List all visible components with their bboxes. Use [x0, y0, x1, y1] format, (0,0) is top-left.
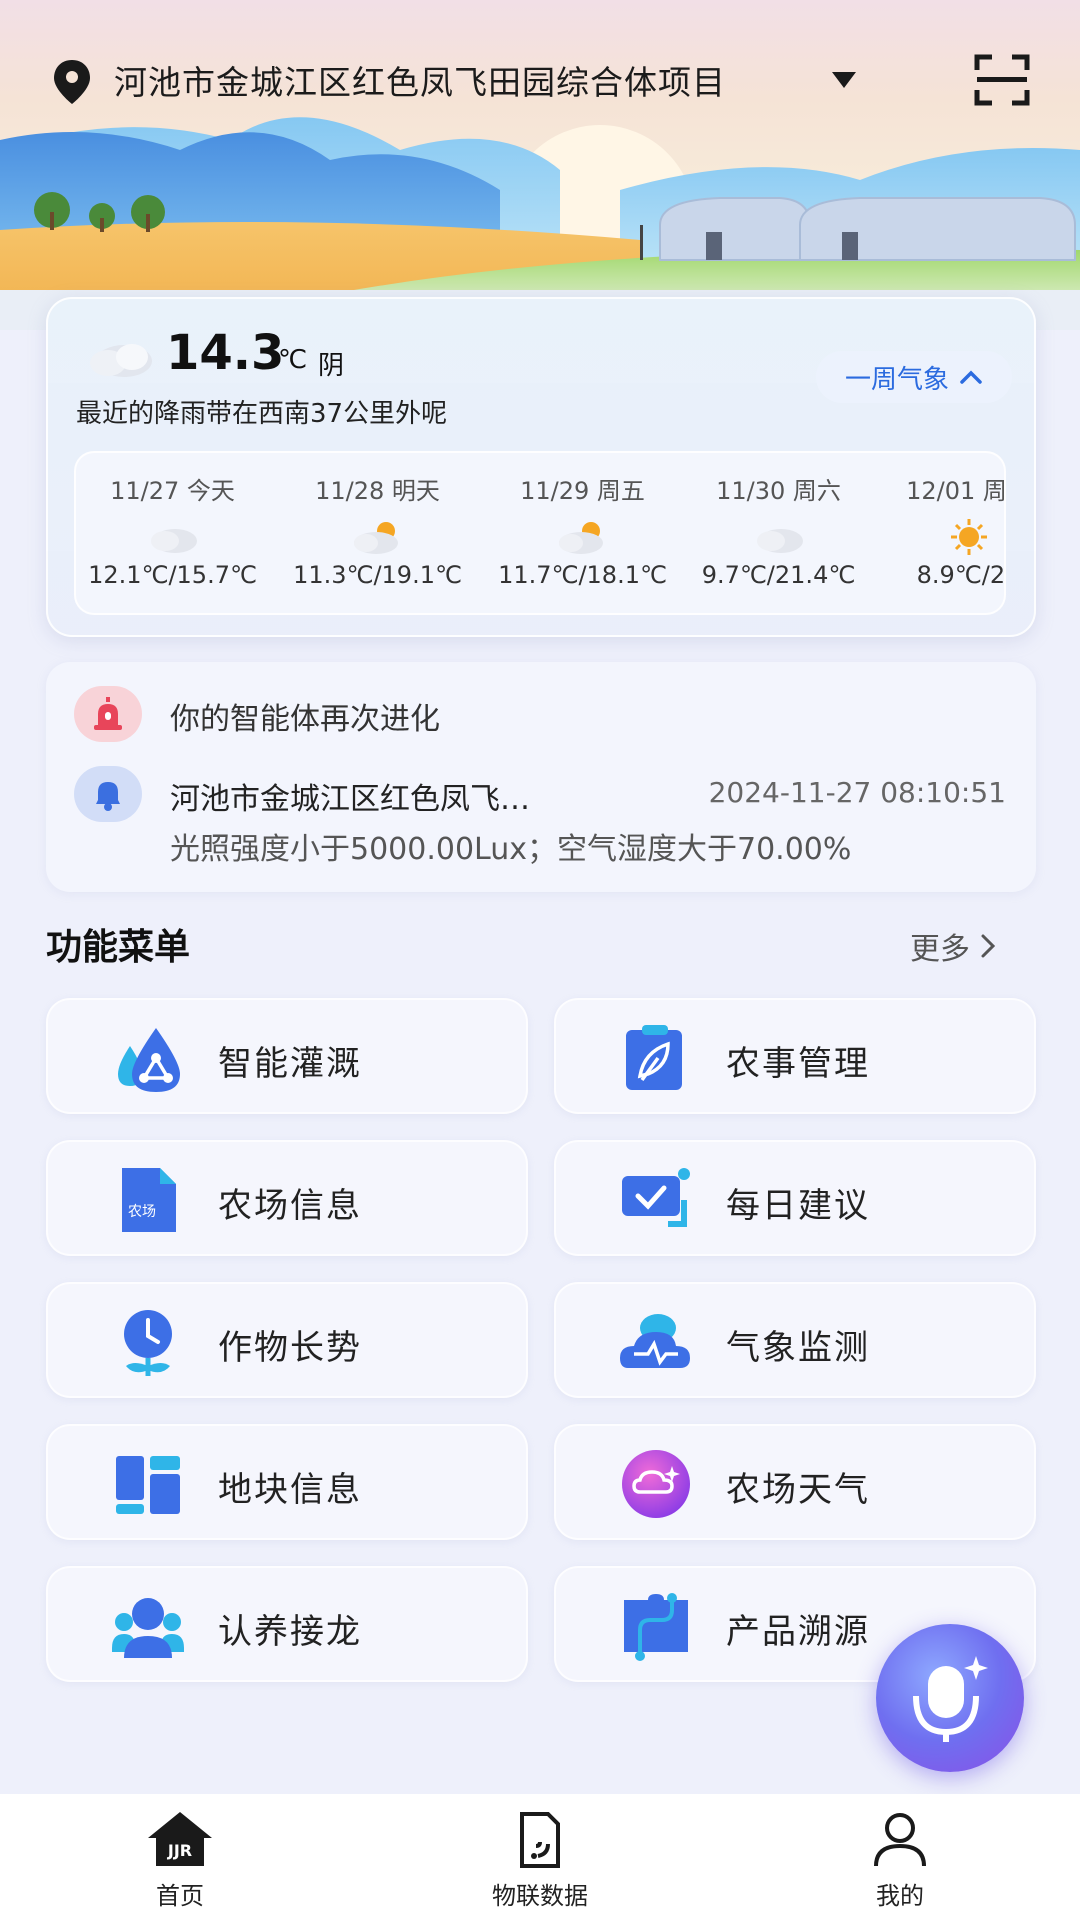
menu-item-label: 作物长势 — [218, 1328, 362, 1368]
cloudy-icon — [756, 529, 803, 553]
menu-item-label: 智能灌溉 — [218, 1044, 362, 1084]
menu-item-label: 产品溯源 — [726, 1612, 870, 1652]
menu-item-label: 农事管理 — [726, 1044, 870, 1084]
tab-home[interactable]: JJR 首页 — [80, 1794, 280, 1920]
menu-item-label: 农场信息 — [218, 1186, 362, 1226]
sunny-icon — [950, 519, 987, 555]
notification-title: 你的智能体再次进化 — [170, 702, 440, 737]
user-icon — [874, 1813, 926, 1867]
temperature-unit: ℃ — [278, 345, 308, 375]
menu-item-weather-monitor[interactable]: 气象监测 — [554, 1282, 1036, 1398]
chevron-up-icon — [960, 370, 982, 384]
more-label: 更多 — [910, 932, 970, 967]
irrigation-icon — [118, 1028, 180, 1092]
forecast-date: 11/29 周五 — [520, 477, 645, 505]
adoption-icon — [112, 1598, 184, 1658]
tab-label: 我的 — [876, 1882, 924, 1910]
farm-weather-icon — [622, 1450, 690, 1518]
bell-icon — [74, 766, 142, 822]
top-bar: 河池市金城江区红色凤飞田园综合体项目 — [0, 40, 1080, 120]
alert-time: 2024-11-27 08:10:51 — [708, 776, 1006, 809]
alert-message: 光照强度小于5000.00Lux；空气湿度大于70.00% — [170, 832, 852, 867]
microphone-sparkle-icon — [913, 1656, 988, 1742]
menu-item-label: 每日建议 — [726, 1186, 870, 1226]
forecast-date: 12/01 周日 — [906, 477, 1006, 505]
location-pin-icon — [54, 60, 90, 104]
bottom-tab-bar: JJR 首页 物联数据 我的 — [0, 1794, 1080, 1920]
forecast-day: 11/29 周五 11.7℃/18.1℃ — [480, 453, 685, 613]
plot-info-icon — [116, 1456, 180, 1514]
menu-item-adoption[interactable]: 认养接龙 — [46, 1566, 528, 1682]
tab-label: 物联数据 — [492, 1882, 588, 1910]
notification-card[interactable]: 你的智能体再次进化 河池市金城江区红色凤飞… 2024-11-27 08:10:… — [46, 662, 1036, 892]
weather-monitor-icon — [620, 1314, 690, 1368]
menu-item-farm-weather[interactable]: 农场天气 — [554, 1424, 1036, 1540]
traceability-icon — [624, 1593, 688, 1661]
forecast-day: 11/28 明天 11.3℃/19.1℃ — [275, 453, 480, 613]
weather-condition: 阴 — [318, 351, 345, 381]
forecast-day: 11/27 今天 12.1℃/15.7℃ — [76, 453, 275, 613]
farm-info-icon: 农场 — [122, 1168, 176, 1232]
forecast-day: 11/30 周六 9.7℃/21.4℃ — [676, 453, 881, 613]
chevron-down-icon[interactable] — [830, 70, 858, 90]
forecast-range: 9.7℃/21.4℃ — [701, 561, 856, 589]
crop-growth-icon — [124, 1310, 172, 1376]
menu-item-crop-growth[interactable]: 作物长势 — [46, 1282, 528, 1398]
svg-text:农场: 农场 — [128, 1204, 156, 1220]
menu-item-farm-info[interactable]: 农场 农场信息 — [46, 1140, 528, 1256]
home-logo-text: JJR — [167, 1841, 192, 1860]
menu-item-daily-advice[interactable]: 每日建议 — [554, 1140, 1036, 1256]
alert-location: 河池市金城江区红色凤飞… — [170, 782, 530, 817]
forecast-date: 11/30 周六 — [716, 477, 841, 505]
partly-sunny-icon — [353, 522, 398, 554]
cloudy-icon — [150, 529, 197, 553]
weekly-weather-label: 一周气象 — [844, 364, 949, 395]
menu-item-irrigation[interactable]: 智能灌溉 — [46, 998, 528, 1114]
menu-title: 功能菜单 — [46, 927, 191, 968]
forecast-range: 11.3℃/19.1℃ — [293, 561, 462, 589]
voice-assistant-button[interactable] — [876, 1624, 1024, 1772]
menu-item-plot-info[interactable]: 地块信息 — [46, 1424, 528, 1540]
forecast-date: 11/27 今天 — [110, 477, 235, 505]
forecast-day: 12/01 周日 8.9℃/22 — [866, 453, 1006, 613]
tab-mine[interactable]: 我的 — [800, 1794, 1000, 1920]
current-temperature: 14.3 — [166, 325, 285, 381]
scan-icon[interactable] — [974, 54, 1030, 106]
cloudy-icon — [90, 344, 152, 377]
weather-card[interactable]: 14.3 ℃ 阴 最近的降雨带在西南37公里外呢 一周气象 11/27 今天 1… — [46, 297, 1036, 637]
home-icon: JJR — [148, 1812, 212, 1866]
menu-item-label: 气象监测 — [726, 1328, 870, 1368]
farm-management-icon — [626, 1025, 682, 1090]
iot-data-icon — [520, 1812, 560, 1868]
forecast-range: 11.7℃/18.1℃ — [498, 561, 667, 589]
forecast-strip[interactable]: 11/27 今天 12.1℃/15.7℃ 11/28 明天 11.3℃/19.1… — [74, 451, 1006, 615]
daily-advice-icon — [622, 1168, 690, 1227]
partly-sunny-icon — [558, 522, 603, 554]
more-link[interactable]: 更多 — [910, 924, 996, 968]
menu-item-label: 农场天气 — [726, 1470, 870, 1510]
weekly-weather-button[interactable]: 一周气象 — [816, 351, 1012, 403]
rain-note: 最近的降雨带在西南37公里外呢 — [76, 399, 448, 429]
tab-iot-data[interactable]: 物联数据 — [440, 1794, 640, 1920]
chevron-right-icon — [981, 934, 996, 958]
forecast-range: 8.9℃/22 — [916, 561, 1006, 589]
forecast-range: 12.1℃/15.7℃ — [88, 561, 257, 589]
project-location[interactable]: 河池市金城江区红色凤飞田园综合体项目 — [114, 56, 726, 104]
menu-item-label: 地块信息 — [218, 1470, 362, 1510]
forecast-date: 11/28 明天 — [315, 477, 440, 505]
tab-label: 首页 — [156, 1882, 204, 1910]
menu-item-label: 认养接龙 — [218, 1612, 362, 1652]
alarm-icon — [74, 686, 142, 742]
menu-item-farm-management[interactable]: 农事管理 — [554, 998, 1036, 1114]
